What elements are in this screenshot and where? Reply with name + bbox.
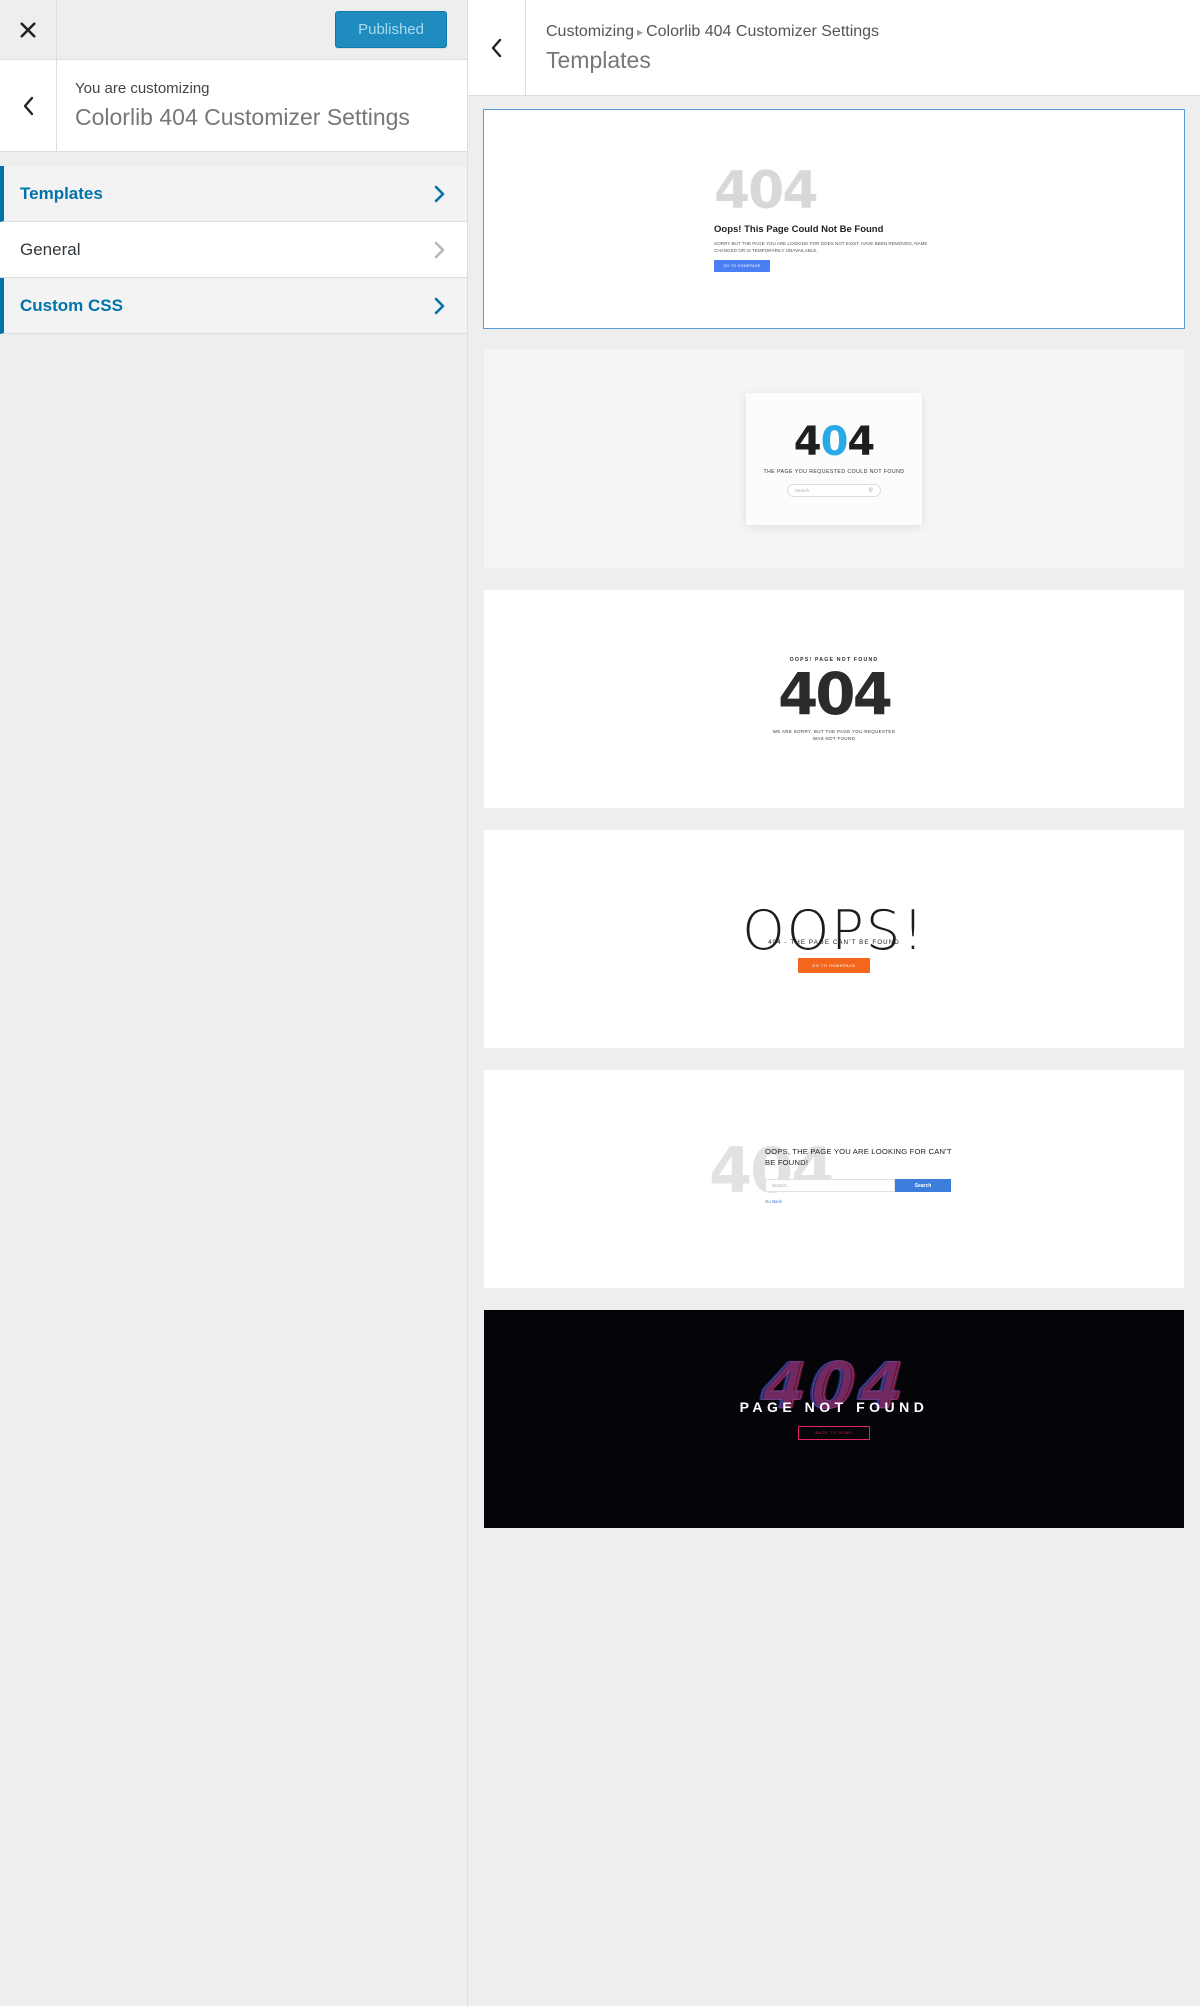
customizer-screen: Published You are customizing Colorlib 4…: [0, 0, 1200, 2006]
template-6-title: PAGE NOT FOUND: [739, 1398, 929, 1415]
template-card-4[interactable]: OOPS! 404 - THE PAGE CAN'T BE FOUND GO T…: [484, 830, 1184, 1048]
section-back-button[interactable]: [468, 0, 526, 95]
template-6-preview: 404 PAGE NOT FOUND BACK TO HOME: [484, 1310, 1184, 1528]
page-title: Colorlib 404 Customizer Settings: [75, 104, 410, 130]
customizer-title-row: You are customizing Colorlib 404 Customi…: [0, 60, 467, 152]
sidebar-item-templates[interactable]: Templates: [0, 166, 467, 222]
customizer-back-button[interactable]: [0, 60, 57, 151]
template-1-heading: Oops! This Page Could Not Be Found: [714, 224, 884, 235]
template-4-preview: OOPS! 404 - THE PAGE CAN'T BE FOUND GO T…: [484, 830, 1184, 1048]
template-6-button: BACK TO HOME: [798, 1425, 870, 1440]
section-title: Templates: [546, 46, 651, 73]
topbar-actions: Published: [57, 0, 467, 59]
breadcrumb-separator: ▸: [637, 24, 644, 39]
template-2-search-placeholder: Search: [795, 487, 809, 493]
chevron-right-icon: [431, 295, 447, 317]
template-1-body: SORRY BUT THE PAGE YOU ARE LOOKING FOR D…: [714, 241, 928, 253]
customizing-label: You are customizing: [75, 80, 210, 97]
sidebar-item-general[interactable]: General: [0, 222, 467, 278]
template-5-back-link: Go Back: [765, 1199, 782, 1204]
template-4-headline: OOPS!: [742, 899, 926, 962]
template-card-2[interactable]: 404 THE PAGE YOU REQUESTED COULD NOT FOU…: [484, 350, 1184, 568]
template-2-preview: 404 THE PAGE YOU REQUESTED COULD NOT FOU…: [484, 350, 1184, 568]
preview-header: Customizing ▸ Colorlib 404 Customizer Sett…: [468, 0, 1200, 96]
template-5-search-placeholder: Search...: [772, 1183, 790, 1188]
chevron-left-icon: [491, 38, 502, 57]
template-5-search-input: Search...: [765, 1179, 895, 1192]
template-card-3[interactable]: OOPS! PAGE NOT FOUND 404 WE ARE SORRY, B…: [484, 590, 1184, 808]
sidebar-gap: [0, 152, 467, 166]
preview-panel: Customizing ▸ Colorlib 404 Customizer Sett…: [468, 0, 1200, 2006]
customizer-title-text: You are customizing Colorlib 404 Customi…: [57, 60, 467, 151]
template-3-preview: OOPS! PAGE NOT FOUND 404 WE ARE SORRY, B…: [484, 590, 1184, 808]
template-5-preview: 404 OOPS, THE PAGE YOU ARE LOOKING FOR C…: [484, 1070, 1184, 1288]
template-3-code: 404: [777, 659, 893, 728]
template-2-search-field: Search ⚲: [787, 483, 881, 497]
chevron-right-icon: [431, 239, 447, 261]
template-3-subtitle: WE ARE SORRY, BUT THE PAGE YOU REQUESTED…: [772, 728, 896, 741]
publish-button[interactable]: Published: [335, 11, 447, 48]
breadcrumb-current: Colorlib 404 Customizer Settings: [646, 22, 880, 40]
chevron-right-icon: [431, 183, 447, 205]
template-2-code-accent: 0: [820, 418, 849, 465]
customizer-topbar: Published: [0, 0, 467, 60]
chevron-left-icon: [23, 96, 33, 115]
template-card-6[interactable]: 404 PAGE NOT FOUND BACK TO HOME: [484, 1310, 1184, 1528]
template-4-subtitle: 404 - THE PAGE CAN'T BE FOUND: [768, 939, 900, 946]
template-1-preview: 404 Oops! This Page Could Not Be Found S…: [484, 110, 1184, 328]
sidebar-item-label: General: [20, 239, 81, 259]
sidebar-item-label: Templates: [20, 183, 103, 203]
magnifier-icon: ⚲: [868, 487, 873, 494]
sidebar-empty-area: [0, 334, 467, 2006]
template-list: 404 Oops! This Page Could Not Be Found S…: [468, 96, 1200, 2006]
template-1-code: 404: [714, 161, 819, 221]
preview-header-text: Customizing ▸ Colorlib 404 Customizer Sett…: [526, 0, 1200, 95]
template-card-1[interactable]: 404 Oops! This Page Could Not Be Found S…: [483, 109, 1185, 329]
breadcrumb: Customizing ▸ Colorlib 404 Customizer Sett…: [546, 20, 1200, 44]
template-5-search-row: Search... Search: [765, 1179, 951, 1192]
breadcrumb-root[interactable]: Customizing: [546, 23, 634, 40]
close-customizer-button[interactable]: [0, 0, 57, 59]
template-5-search-button: Search: [895, 1179, 951, 1192]
template-2-code: 404: [793, 418, 876, 465]
sidebar-item-label: Custom CSS: [20, 295, 123, 315]
template-5-heading: OOPS, THE PAGE YOU ARE LOOKING FOR CAN'T…: [765, 1147, 952, 1167]
customizer-sidebar: Published You are customizing Colorlib 4…: [0, 0, 468, 2006]
template-card-5[interactable]: 404 OOPS, THE PAGE YOU ARE LOOKING FOR C…: [484, 1070, 1184, 1288]
sidebar-item-custom-css[interactable]: Custom CSS: [0, 278, 467, 334]
template-2-subtitle: THE PAGE YOU REQUESTED COULD NOT FOUND: [763, 468, 905, 475]
template-4-button: GO TO HOMEPAGE: [798, 958, 870, 973]
customizer-menu: Templates General Custom CSS: [0, 166, 467, 334]
template-1-button: GO TO HOMEPAGE: [714, 260, 770, 272]
close-icon: [20, 21, 36, 38]
